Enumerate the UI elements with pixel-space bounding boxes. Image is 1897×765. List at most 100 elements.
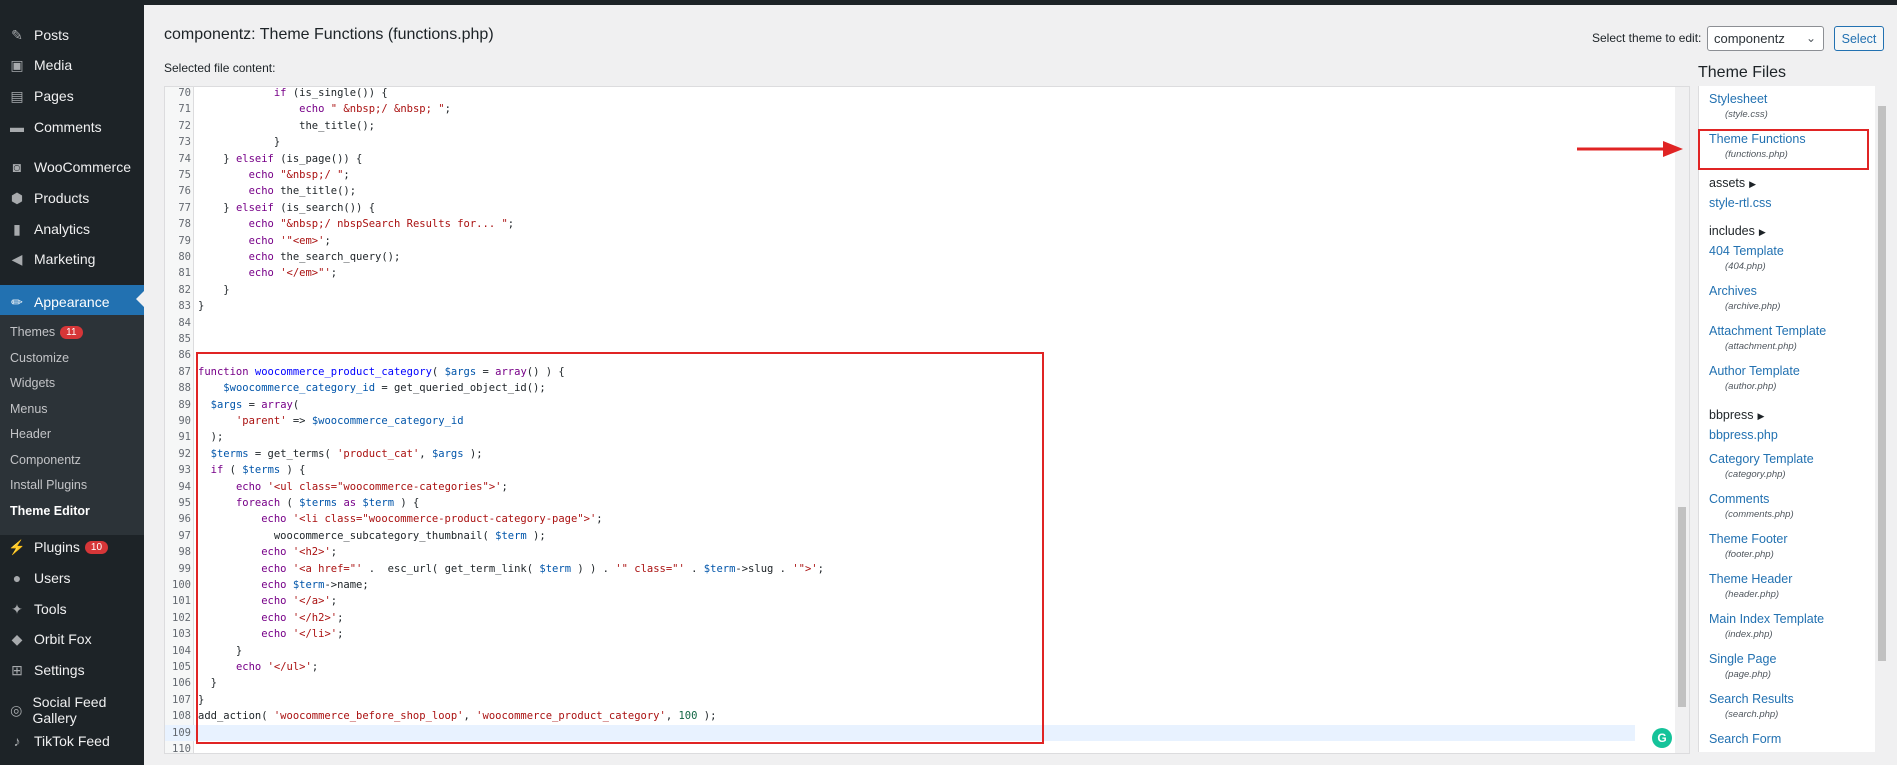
- theme-folder-bbpress[interactable]: bbpress ▶: [1709, 408, 1764, 422]
- code-line[interactable]: 80 echo the_search_query();: [165, 249, 1635, 265]
- line-number: 76: [178, 185, 191, 198]
- code-line[interactable]: 73 }: [165, 134, 1635, 150]
- folder-label: bbpress: [1709, 408, 1754, 422]
- editor-scrollbar[interactable]: [1675, 87, 1689, 753]
- code-text: }: [198, 283, 230, 296]
- submenu-item-componentz[interactable]: Componentz: [10, 453, 81, 467]
- line-number: 85: [178, 333, 191, 345]
- code-line[interactable]: 79 echo '"<em>';: [165, 233, 1635, 249]
- theme-folder-assets[interactable]: assets ▶: [1709, 176, 1756, 190]
- sidebar-item-posts[interactable]: ✎ Posts: [0, 21, 144, 49]
- submenu-item-widgets[interactable]: Widgets: [10, 376, 55, 390]
- grammarly-icon[interactable]: G: [1652, 728, 1672, 748]
- line-number: 78: [178, 218, 191, 231]
- code-line[interactable]: 70 if (is_single()) {: [165, 87, 1635, 101]
- line-number: 106: [172, 677, 191, 690]
- theme-file-link[interactable]: Theme Header: [1709, 572, 1792, 586]
- code-line[interactable]: 76 echo the_title();: [165, 183, 1635, 199]
- submenu-item-header[interactable]: Header: [10, 427, 51, 441]
- theme-file-filename: (author.php): [1725, 381, 1777, 392]
- code-line[interactable]: 81 echo '</em>"';: [165, 265, 1635, 281]
- scrollbar-thumb[interactable]: [1878, 106, 1886, 661]
- sidebar-item-social-feed-gallery[interactable]: ◎ Social Feed Gallery: [0, 694, 144, 726]
- theme-file-link[interactable]: Search Results: [1709, 692, 1794, 706]
- selected-file-label: Selected file content:: [164, 61, 276, 75]
- sidebar-item-orbit-fox[interactable]: ◆ Orbit Fox: [0, 625, 144, 653]
- sidebar-item-pages[interactable]: ▤ Pages: [0, 82, 144, 110]
- sidebar-item-label: Orbit Fox: [34, 631, 92, 647]
- users-icon: ●: [12, 570, 22, 586]
- code-text: echo " &nbsp;/ &nbsp; ";: [299, 103, 451, 116]
- sidebar-item-settings[interactable]: ⊞ Settings: [0, 656, 144, 684]
- sidebar-item-media[interactable]: ▣ Media: [0, 51, 144, 79]
- line-number: 72: [178, 119, 191, 132]
- page-title: componentz: Theme Functions (functions.p…: [164, 26, 494, 43]
- theme-file-link[interactable]: Main Index Template: [1709, 612, 1824, 626]
- sidebar-item-products[interactable]: ⬢ Products: [0, 184, 144, 212]
- sidebar-item-marketing[interactable]: ◀ Marketing: [0, 245, 144, 273]
- sidebar-item-woocommerce[interactable]: ◙ WooCommerce: [0, 153, 144, 181]
- theme-file-link[interactable]: Search Form: [1709, 732, 1781, 746]
- theme-file-link[interactable]: Archives: [1709, 284, 1757, 298]
- line-number: 84: [178, 316, 191, 329]
- code-line[interactable]: 78 echo "&nbsp;/ nbspSearch Results for.…: [165, 216, 1635, 232]
- line-number: 100: [172, 579, 191, 591]
- theme-files-scrollbar[interactable]: [1875, 86, 1889, 752]
- theme-file-link[interactable]: Category Template: [1709, 452, 1814, 466]
- update-count-badge: 10: [84, 540, 109, 554]
- theme-select-label: Select theme to edit:: [1592, 31, 1702, 45]
- line-number: 83: [178, 300, 191, 313]
- code-line[interactable]: 83}: [165, 298, 1635, 314]
- submenu-item-theme-editor[interactable]: Theme Editor: [10, 504, 90, 518]
- code-text: echo '</em>"';: [248, 267, 338, 280]
- theme-folder-includes[interactable]: includes ▶: [1709, 224, 1766, 238]
- sidebar-item-appearance[interactable]: ✏ Appearance: [0, 285, 144, 319]
- products-icon: ⬢: [10, 189, 24, 206]
- sidebar-item-comments[interactable]: ▬ Comments: [0, 113, 144, 141]
- submenu-item-themes[interactable]: Themes 11: [10, 325, 83, 340]
- theme-select-value: componentz: [1714, 31, 1785, 46]
- sidebar-item-label: Products: [34, 190, 90, 206]
- code-line[interactable]: 84: [165, 315, 1635, 331]
- code-line[interactable]: 74 } elseif (is_page()) {: [165, 151, 1635, 167]
- sidebar-item-label: TikTok Feed: [34, 733, 110, 749]
- code-line[interactable]: 72 the_title();: [165, 118, 1635, 134]
- theme-file-link[interactable]: Author Template: [1709, 364, 1800, 378]
- theme-select-dropdown[interactable]: componentz ⌄: [1707, 26, 1824, 51]
- code-line[interactable]: 71 echo " &nbsp;/ &nbsp; ";: [165, 101, 1635, 117]
- sidebar-item-tiktok-feed[interactable]: ♪ TikTok Feed: [0, 727, 144, 755]
- sidebar-item-users[interactable]: ● Users: [0, 564, 144, 592]
- code-line[interactable]: 75 echo "&nbsp;/ ";: [165, 167, 1635, 183]
- theme-file-link[interactable]: Theme Footer: [1709, 532, 1788, 546]
- submenu-item-customize[interactable]: Customize: [10, 351, 69, 365]
- theme-file-link[interactable]: Stylesheet: [1709, 92, 1767, 106]
- theme-file-link[interactable]: style-rtl.css: [1709, 196, 1772, 210]
- sidebar-item-tools[interactable]: ✦ Tools: [0, 595, 144, 623]
- code-line[interactable]: 77 } elseif (is_search()) {: [165, 200, 1635, 216]
- line-number: 107: [172, 693, 191, 706]
- theme-file-link[interactable]: Single Page: [1709, 652, 1776, 666]
- submenu-item-menus[interactable]: Menus: [10, 402, 48, 416]
- theme-files-heading: Theme Files: [1698, 64, 1787, 81]
- code-line[interactable]: 85: [165, 331, 1635, 347]
- select-button[interactable]: Select: [1834, 26, 1884, 51]
- megaphone-icon: ◀: [11, 250, 23, 267]
- code-text: } elseif (is_search()) {: [198, 201, 376, 214]
- code-text: echo the_title();: [248, 185, 357, 198]
- theme-file-link[interactable]: Comments: [1709, 492, 1769, 506]
- sidebar-item-plugins[interactable]: ⚡ Plugins 10: [0, 533, 144, 561]
- theme-file-link[interactable]: bbpress.php: [1709, 428, 1778, 442]
- update-count-badge: 11: [60, 326, 83, 340]
- submenu-label: Themes: [10, 325, 56, 339]
- line-number: 70: [178, 87, 191, 99]
- line-number: 75: [178, 169, 191, 181]
- line-number: 105: [172, 661, 191, 673]
- sidebar-item-analytics[interactable]: ▮ Analytics: [0, 215, 144, 243]
- code-line[interactable]: 82 }: [165, 282, 1635, 298]
- theme-file-link[interactable]: Attachment Template: [1709, 324, 1826, 338]
- scrollbar-thumb[interactable]: [1678, 507, 1686, 707]
- theme-file-link[interactable]: 404 Template: [1709, 244, 1784, 258]
- admin-sidebar: ✎ Posts ▣ Media ▤ Pages ▬ Comments ◙ Woo…: [0, 5, 144, 765]
- submenu-item-install-plugins[interactable]: Install Plugins: [10, 478, 87, 492]
- line-number: 79: [178, 234, 191, 247]
